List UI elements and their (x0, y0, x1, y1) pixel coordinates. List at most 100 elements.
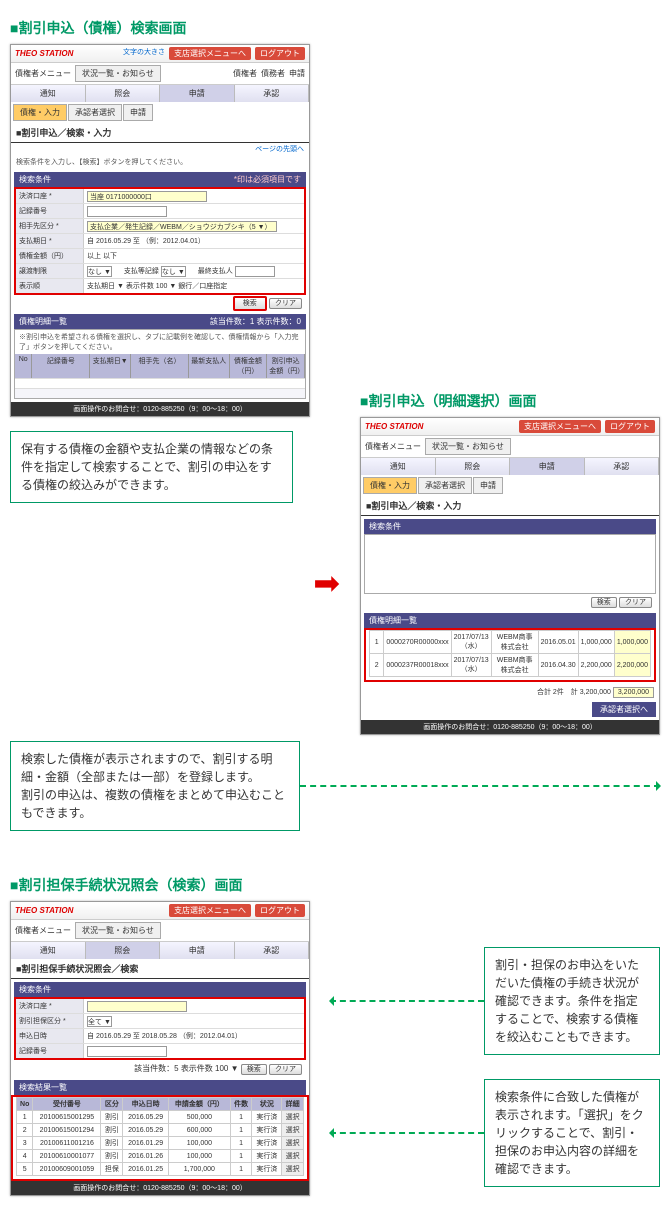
dotted-arrow-icon (300, 785, 660, 787)
caption-2: 検索した債権が表示されますので、割引する明細・金額（全部または一部）を登録します… (10, 741, 300, 831)
input-acct3[interactable] (87, 1001, 187, 1012)
top-menu-button-3[interactable]: 支店選択メニューへ (169, 904, 251, 917)
section-title-select: ■割引申込（明細選択）画面 (360, 391, 660, 411)
search-panel-head: 検索条件 *印は必須項目です (14, 172, 306, 187)
count-label: 該当件数：5 (134, 1064, 178, 1073)
tab-d[interactable]: 債務者 (261, 68, 285, 79)
select-trans[interactable]: なし ▼ (87, 266, 112, 277)
app-logo-3: THEO STATION (15, 906, 73, 915)
nav3-1[interactable]: 通知 (11, 942, 86, 959)
page-title: ■割引申込／検索・入力 (11, 123, 309, 143)
table-row[interactable]: 220100615001294割引2016.05.29600,0001実行済選択 (17, 1124, 304, 1137)
search-button-2[interactable]: 検索 (591, 597, 617, 608)
label-amount: 債権金額（円） (16, 249, 84, 263)
table-row[interactable]: 1 0000270R00000xxx 2017/07/13（水） WEBM商事株… (370, 631, 651, 654)
nav2-3[interactable]: 申請 (510, 458, 585, 475)
logout-button-2[interactable]: ログアウト (605, 420, 655, 433)
select-button[interactable]: 選択 (282, 1150, 304, 1163)
select-guar[interactable]: なし ▼ (161, 266, 186, 277)
table-row[interactable]: 120100615001295割引2016.05.29500,0001実行済選択 (17, 1111, 304, 1124)
select-button[interactable]: 選択 (282, 1111, 304, 1124)
top-menu-button[interactable]: 支店選択メニューへ (169, 47, 251, 60)
status-results-table: No 受付番号 区分 申込日時 申請金額（円） 件数 状況 詳細 1201006… (16, 1097, 304, 1176)
scol-2: 区分 (101, 1098, 123, 1111)
input-final[interactable] (235, 266, 275, 277)
nav2-4[interactable]: 承認 (585, 458, 660, 475)
clear-button-2[interactable]: クリア (619, 597, 652, 608)
footer-3: 画面操作のお問合せ：0120-885250（9：00〜18：00） (11, 1181, 309, 1195)
caption-1: 保有する債権の金額や支払企業の情報などの条件を指定して検索することで、割引の申込… (10, 431, 293, 503)
step-tab-3[interactable]: 申請 (123, 104, 153, 121)
logout-button-3[interactable]: ログアウト (255, 904, 305, 917)
label-guar: 支払等記録 (124, 266, 159, 276)
nav-notify[interactable]: 通知 (11, 85, 86, 102)
app-logo: THEO STATION (15, 49, 73, 58)
select-button[interactable]: 選択 (282, 1137, 304, 1150)
input-due[interactable]: 自 2016.05.29 至 （例：2012.04.01） (84, 234, 304, 248)
input-account[interactable]: 当座 0171000000口 (87, 191, 207, 202)
nav3-2[interactable]: 照会 (86, 942, 161, 959)
input-amount[interactable]: 以上 以下 (84, 249, 304, 263)
page-top-link[interactable]: ページの先頭へ (11, 143, 309, 155)
menu-label-2: 債権者メニュー (365, 441, 421, 452)
nav2-2[interactable]: 照会 (436, 458, 511, 475)
select-type3[interactable]: 全て ▼ (87, 1016, 112, 1027)
select-button[interactable]: 選択 (282, 1124, 304, 1137)
search-button[interactable]: 検索 (233, 296, 267, 311)
col-rec: 記録番号 (32, 354, 90, 378)
next-button[interactable]: 承認者選択へ (592, 702, 656, 717)
col-pay: 最新支払人 (189, 354, 230, 378)
caption-3: 割引・担保のお申込をいただいた債権の手続き状況が確認できます。条件を指定すること… (484, 947, 660, 1055)
label-final: 最終支払人 (198, 266, 233, 276)
step2-2[interactable]: 承認者選択 (418, 477, 472, 494)
input-record[interactable] (87, 206, 167, 217)
nav-approve[interactable]: 承認 (235, 85, 310, 102)
step2-1[interactable]: 債権・入力 (363, 477, 417, 494)
nav2-1[interactable]: 通知 (361, 458, 436, 475)
step-tab-2[interactable]: 承認者選択 (68, 104, 122, 121)
footer: 画面操作のお問合せ：0120-885250（9：00〜18：00） (11, 402, 309, 416)
top-menu-button-2[interactable]: 支店選択メニューへ (519, 420, 601, 433)
search-form: 決済口座 * 当座 0171000000口 記録番号 相手先区分 * 支払企業／… (14, 187, 306, 295)
footer-2: 画面操作のお問合せ：0120-885250（9：00〜18：00） (361, 720, 659, 734)
input-sort[interactable]: 支払期日 ▼ 表示件数 100 ▼ 銀行／口座指定 (84, 279, 304, 293)
tab-a[interactable]: 申請 (289, 68, 305, 79)
nav3-4[interactable]: 承認 (235, 942, 310, 959)
scol-0: No (17, 1098, 33, 1111)
nav3-3[interactable]: 申請 (160, 942, 235, 959)
input-rec3[interactable] (87, 1046, 167, 1057)
table-row[interactable]: 420100610001077割引2016.01.26100,0001実行済選択 (17, 1150, 304, 1163)
col-no: No (15, 354, 32, 378)
table-row[interactable]: 320100611001216割引2016.01.29100,0001実行済選択 (17, 1137, 304, 1150)
step-tab-1[interactable]: 債権・入力 (13, 104, 67, 121)
logout-button[interactable]: ログアウト (255, 47, 305, 60)
clear-button[interactable]: クリア (269, 298, 302, 309)
table-row[interactable]: 520100609001059担保2016.01.251,700,0001実行済… (17, 1163, 304, 1176)
label-date3: 申込日時 (16, 1029, 84, 1043)
nav-ref[interactable]: 照会 (86, 85, 161, 102)
label-partner: 相手先区分 * (16, 219, 84, 233)
scol-1: 受付番号 (33, 1098, 101, 1111)
label-type3: 割引担保区分 * (16, 1014, 84, 1028)
label-trans: 譲渡制限 (16, 264, 84, 278)
select-button[interactable]: 選択 (282, 1163, 304, 1176)
table-row[interactable]: 2 0000237R00018xxx 2017/07/13（水） WEBM商事株… (370, 654, 651, 677)
results-header: 債権明細一覧 該当件数：1 表示件数：0 (14, 314, 306, 329)
subtab-2[interactable]: 状況一覧・お知らせ (425, 438, 511, 455)
select-partner[interactable]: 支払企業／発生記録／WEBM／ショウジカブシキ（5 ▼） (87, 221, 277, 232)
disp-label: 表示件数 100 ▼ (181, 1064, 239, 1073)
search-button-3[interactable]: 検索 (241, 1064, 267, 1075)
label-account: 決済口座 * (16, 189, 84, 203)
subtab-3[interactable]: 状況一覧・お知らせ (75, 922, 161, 939)
subtab-notice[interactable]: 状況一覧・お知らせ (75, 65, 161, 82)
status-window: THEO STATION 支店選択メニューへ ログアウト 債権者メニュー 状況一… (10, 901, 310, 1196)
step2-3[interactable]: 申請 (473, 477, 503, 494)
panel-head-3: 検索条件 (14, 982, 306, 997)
results-table: 1 0000270R00000xxx 2017/07/13（水） WEBM商事株… (369, 630, 651, 677)
input-date3[interactable]: 自 2016.05.29 至 2018.05.28 （例：2012.04.01） (84, 1029, 304, 1043)
clear-button-3[interactable]: クリア (269, 1064, 302, 1075)
results-head-3: 検索結果一覧 (14, 1080, 306, 1095)
tab-c[interactable]: 債権者 (233, 68, 257, 79)
total-row: 合計 2件 計 3,200,000 3,200,000 (361, 685, 659, 699)
nav-apply[interactable]: 申請 (160, 85, 235, 102)
